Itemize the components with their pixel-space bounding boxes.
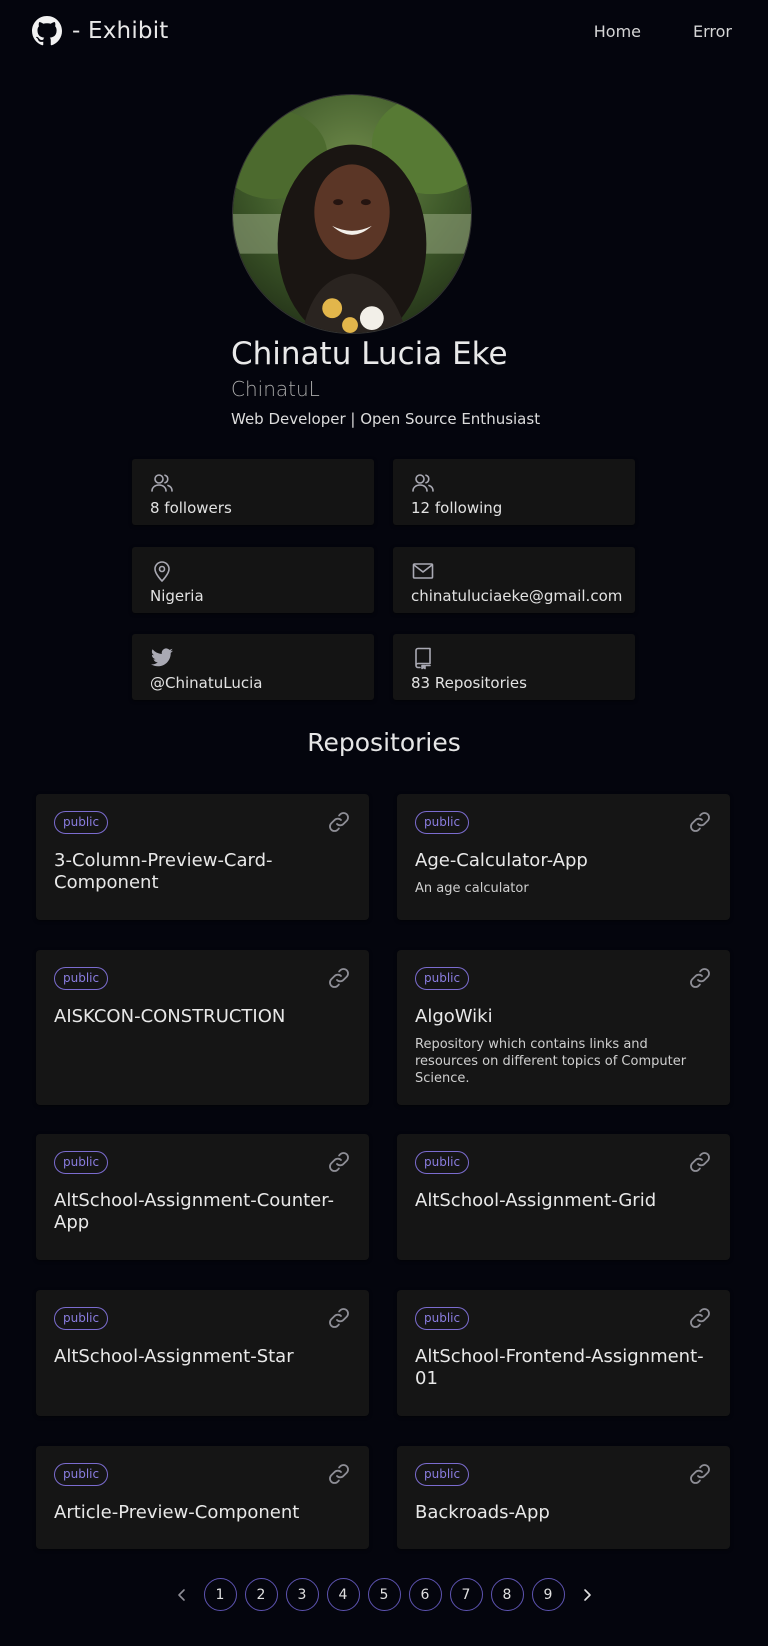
location-text: Nigeria bbox=[150, 587, 204, 605]
nav: Home Error bbox=[594, 22, 732, 41]
repo-card[interactable]: public AltSchool-Frontend-Assignment-01 bbox=[397, 1290, 730, 1416]
repo-card[interactable]: public AlgoWiki Repository which contain… bbox=[397, 950, 730, 1105]
next-page-button[interactable] bbox=[573, 1581, 601, 1609]
repositories-count: 83 Repositories bbox=[411, 674, 527, 692]
repo-card[interactable]: public AltSchool-Assignment-Counter-App bbox=[36, 1134, 369, 1260]
github-icon bbox=[32, 16, 62, 46]
page-button-1[interactable]: 1 bbox=[203, 1578, 237, 1611]
repo-card[interactable]: public 3-Column-Preview-Card-Component bbox=[36, 794, 369, 920]
repo-icon bbox=[415, 647, 431, 670]
stat-following: 12 following bbox=[393, 459, 635, 525]
followers-count: 8 followers bbox=[150, 499, 232, 517]
link-icon[interactable] bbox=[688, 1306, 712, 1330]
repo-name[interactable]: AltSchool-Assignment-Grid bbox=[415, 1190, 712, 1212]
chevron-left-icon bbox=[177, 1588, 185, 1601]
profile-username: ChinatuL bbox=[231, 377, 320, 401]
link-icon[interactable] bbox=[688, 810, 712, 834]
visibility-badge: public bbox=[54, 1463, 109, 1486]
page-button-8[interactable]: 8 bbox=[490, 1578, 524, 1611]
avatar-image bbox=[233, 95, 471, 333]
link-icon[interactable] bbox=[688, 1150, 712, 1174]
repositories-heading: Repositories bbox=[307, 728, 461, 757]
repo-name[interactable]: AltSchool-Assignment-Counter-App bbox=[54, 1190, 351, 1234]
visibility-badge: public bbox=[415, 967, 470, 990]
page-button-2[interactable]: 2 bbox=[244, 1578, 278, 1611]
visibility-badge: public bbox=[415, 1307, 470, 1330]
repo-name[interactable]: AlgoWiki bbox=[415, 1006, 712, 1028]
repo-name[interactable]: Backroads-App bbox=[415, 1502, 712, 1524]
pagination: 1 2 3 4 5 6 7 8 9 bbox=[0, 1578, 768, 1611]
users-icon bbox=[412, 474, 434, 492]
twitter-icon bbox=[151, 648, 173, 667]
page-button-6[interactable]: 6 bbox=[408, 1578, 442, 1611]
stat-twitter: @ChinatuLucia bbox=[132, 634, 374, 700]
repo-card[interactable]: public AltSchool-Assignment-Grid bbox=[397, 1134, 730, 1260]
page: - Exhibit Home Error Chinatu Lucia Eke C… bbox=[0, 0, 768, 1646]
repo-name[interactable]: 3-Column-Preview-Card-Component bbox=[54, 850, 351, 894]
email-text: chinatuluciaeke@gmail.com bbox=[411, 587, 623, 605]
repo-name[interactable]: AISKCON-CONSTRUCTION bbox=[54, 1006, 351, 1028]
stat-email: chinatuluciaeke@gmail.com bbox=[393, 547, 635, 613]
repo-name[interactable]: AltSchool-Frontend-Assignment-01 bbox=[415, 1346, 712, 1390]
users-icon bbox=[151, 474, 173, 492]
repo-card[interactable]: public Article-Preview-Component bbox=[36, 1446, 369, 1549]
repo-card[interactable]: public AISKCON-CONSTRUCTION bbox=[36, 950, 369, 1105]
link-icon[interactable] bbox=[327, 1462, 351, 1486]
link-icon[interactable] bbox=[688, 1462, 712, 1486]
profile-bio: Web Developer | Open Source Enthusiast bbox=[231, 410, 541, 428]
link-icon[interactable] bbox=[327, 810, 351, 834]
visibility-badge: public bbox=[415, 1151, 470, 1174]
repo-card[interactable]: public AltSchool-Assignment-Star bbox=[36, 1290, 369, 1416]
page-button-7[interactable]: 7 bbox=[449, 1578, 483, 1611]
prev-page-button[interactable] bbox=[168, 1581, 196, 1609]
header: - Exhibit Home Error bbox=[0, 0, 768, 62]
following-count: 12 following bbox=[411, 499, 503, 517]
profile-name: Chinatu Lucia Eke bbox=[231, 336, 508, 372]
link-icon[interactable] bbox=[688, 966, 712, 990]
mail-icon bbox=[412, 563, 434, 579]
visibility-badge: public bbox=[54, 967, 109, 990]
repo-card[interactable]: public Backroads-App bbox=[397, 1446, 730, 1549]
link-icon[interactable] bbox=[327, 966, 351, 990]
repo-description: Repository which contains links and reso… bbox=[415, 1037, 687, 1086]
repo-name[interactable]: AltSchool-Assignment-Star bbox=[54, 1346, 351, 1368]
stat-repositories: 83 Repositories bbox=[393, 634, 635, 700]
stat-followers: 8 followers bbox=[132, 459, 374, 525]
link-icon[interactable] bbox=[327, 1150, 351, 1174]
chevron-right-icon bbox=[583, 1588, 591, 1601]
repo-card[interactable]: public Age-Calculator-App An age calcula… bbox=[397, 794, 730, 920]
nav-home-link[interactable]: Home bbox=[594, 22, 641, 41]
repo-name[interactable]: Age-Calculator-App bbox=[415, 850, 712, 872]
page-button-5[interactable]: 5 bbox=[367, 1578, 401, 1611]
avatar bbox=[232, 94, 472, 334]
nav-error-link[interactable]: Error bbox=[693, 22, 732, 41]
visibility-badge: public bbox=[54, 1151, 109, 1174]
link-icon[interactable] bbox=[327, 1306, 351, 1330]
page-button-9[interactable]: 9 bbox=[531, 1578, 565, 1611]
brand-title: - Exhibit bbox=[72, 18, 169, 44]
visibility-badge: public bbox=[54, 811, 109, 834]
brand[interactable]: - Exhibit bbox=[32, 16, 169, 46]
visibility-badge: public bbox=[415, 1463, 470, 1486]
stat-location: Nigeria bbox=[132, 547, 374, 613]
page-button-4[interactable]: 4 bbox=[326, 1578, 360, 1611]
twitter-handle: @ChinatuLucia bbox=[150, 674, 263, 692]
visibility-badge: public bbox=[415, 811, 470, 834]
visibility-badge: public bbox=[54, 1307, 109, 1330]
repo-name[interactable]: Article-Preview-Component bbox=[54, 1502, 351, 1524]
repo-description: An age calculator bbox=[415, 881, 529, 896]
page-button-3[interactable]: 3 bbox=[285, 1578, 319, 1611]
map-pin-icon bbox=[154, 561, 170, 582]
